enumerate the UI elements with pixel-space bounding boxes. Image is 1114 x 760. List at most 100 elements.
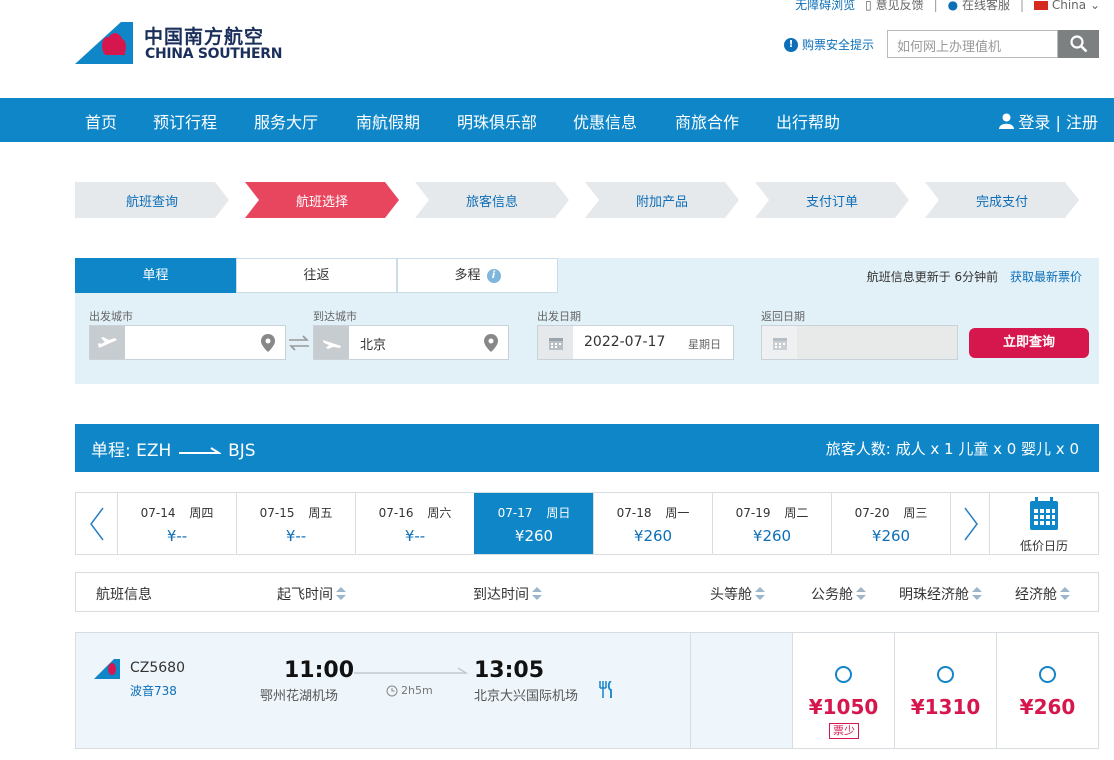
search-icon xyxy=(1069,35,1087,53)
premium-economy-cell[interactable]: ¥1310 xyxy=(894,633,996,748)
china-southern-logo-icon[interactable] xyxy=(75,22,133,64)
date-option[interactable]: 07-19 周二 ¥260 xyxy=(712,493,831,554)
economy-cell[interactable]: ¥260 xyxy=(996,633,1098,748)
header-economy[interactable]: 经济舱 xyxy=(1015,584,1070,604)
to-city-value: 北京 xyxy=(360,338,387,353)
info-icon[interactable]: i xyxy=(486,268,501,283)
header-first-class[interactable]: 头等舱 xyxy=(710,584,765,604)
flight-path-arrow-icon xyxy=(354,667,468,674)
business-price: ¥1050 xyxy=(808,695,879,719)
route-summary: 单程: EZH BJS xyxy=(91,436,256,461)
depart-weekday: 星期日 xyxy=(688,338,721,351)
nav-item-service[interactable]: 服务大厅 xyxy=(254,109,318,133)
header-depart-time[interactable]: 起飞时间 xyxy=(277,584,346,604)
depart-date-field[interactable]: 2022-07-17 星期日 xyxy=(537,325,734,360)
nav-item-booking[interactable]: 预订行程 xyxy=(153,109,217,133)
premium-economy-price: ¥1310 xyxy=(910,695,981,719)
header-label: 经济舱 xyxy=(1015,587,1057,603)
calendar-icon xyxy=(1030,497,1058,530)
step-label: 航班查询 xyxy=(125,195,178,210)
service-label: 在线客服 xyxy=(961,0,1010,12)
first-class-cell xyxy=(690,633,792,748)
nav-item-business[interactable]: 商旅合作 xyxy=(675,109,739,133)
nav-item-home[interactable]: 首页 xyxy=(85,109,117,133)
flight-table-header: 航班信息 起飞时间 到达时间 头等舱 公务舱 明珠经济舱 经济舱 xyxy=(75,572,1099,612)
nav-item-help[interactable]: 出行帮助 xyxy=(776,109,840,133)
step-label: 旅客信息 xyxy=(465,195,518,210)
region-select[interactable]: China ⌄ xyxy=(1034,0,1100,12)
service-link[interactable]: ● 在线客服 xyxy=(948,0,1010,13)
premium-economy-radio[interactable] xyxy=(937,666,954,683)
route-origin: 单程: EZH xyxy=(91,441,172,461)
date-option[interactable]: 07-14 周四 ¥-- xyxy=(117,493,236,554)
flight-row: CZ5680 波音738 11:00 鄂州花湖机场 2h5m 13:05 北京大… xyxy=(75,632,1099,749)
accessible-link[interactable]: 无障碍浏览 xyxy=(795,0,855,13)
user-icon: ● xyxy=(947,0,959,12)
next-dates-button[interactable] xyxy=(950,493,991,554)
brand-name-cn: 中国南方航空 xyxy=(144,26,265,48)
date-price: ¥-- xyxy=(166,527,188,545)
date-option[interactable]: 07-18 周一 ¥260 xyxy=(593,493,712,554)
depart-airport: 鄂州花湖机场 xyxy=(260,689,339,704)
from-city-field[interactable] xyxy=(89,325,286,360)
arrive-airport: 北京大兴国际机场 xyxy=(474,689,579,704)
nav-item-holiday[interactable]: 南航假期 xyxy=(356,109,420,133)
location-pin-icon[interactable] xyxy=(261,334,275,352)
header-label: 到达时间 xyxy=(473,587,529,603)
header-arrive-time[interactable]: 到达时间 xyxy=(473,584,542,604)
nav-item-deals[interactable]: 优惠信息 xyxy=(573,109,637,133)
date-price: ¥260 xyxy=(871,527,911,545)
return-date-field[interactable] xyxy=(761,325,958,360)
date-option[interactable]: 07-15 周五 ¥-- xyxy=(236,493,355,554)
header-label: 头等舱 xyxy=(710,587,752,603)
date-option-selected[interactable]: 07-17 周日 ¥260 xyxy=(474,493,593,554)
chevron-down-icon: ⌄ xyxy=(1089,0,1100,12)
main-nav: 首页 预订行程 服务大厅 南航假期 明珠俱乐部 优惠信息 商旅合作 出行帮助 登… xyxy=(0,98,1114,142)
feedback-label: 意见反馈 xyxy=(875,0,924,12)
update-text: 航班信息更新于 6分钟前 xyxy=(866,270,999,284)
depart-date-value: 2022-07-17 xyxy=(584,334,666,350)
divider: | xyxy=(933,0,938,12)
info-icon: ! xyxy=(784,37,798,52)
site-search-input[interactable]: 如何网上办理值机 xyxy=(887,30,1058,58)
brand-name-en: CHINA SOUTHERN xyxy=(145,46,283,62)
return-label: 返回日期 xyxy=(761,310,805,323)
location-pin-icon[interactable] xyxy=(484,334,498,352)
tab-one-way[interactable]: 单程 xyxy=(75,258,236,293)
china-flag-icon xyxy=(1034,0,1048,10)
tab-round-trip[interactable]: 往返 xyxy=(236,258,397,293)
safety-tip-label: 购票安全提示 xyxy=(802,38,875,52)
date-price: ¥260 xyxy=(633,527,673,545)
step-label: 支付订单 xyxy=(805,195,858,210)
swap-icon[interactable] xyxy=(287,334,311,352)
arrow-right-icon xyxy=(178,447,223,454)
aircraft-type-link[interactable]: 波音738 xyxy=(130,682,177,699)
refresh-price-link[interactable]: 获取最新票价 xyxy=(1010,270,1082,284)
economy-radio[interactable] xyxy=(1039,666,1056,683)
user-icon xyxy=(999,113,1015,129)
prev-dates-button[interactable] xyxy=(76,493,117,554)
low-price-calendar-button[interactable]: 低价日历 xyxy=(989,493,1098,554)
header-label: 公务舱 xyxy=(811,587,853,603)
safety-tip-link[interactable]: ! 购票安全提示 xyxy=(784,36,874,53)
header-premium-economy[interactable]: 明珠经济舱 xyxy=(899,584,982,604)
tab-multi-city[interactable]: 多程 i xyxy=(397,258,558,293)
header-business-class[interactable]: 公务舱 xyxy=(811,584,866,604)
date-option[interactable]: 07-20 周三 ¥260 xyxy=(831,493,950,554)
divider: | xyxy=(1019,0,1024,12)
calendar-icon xyxy=(762,326,797,359)
to-city-field[interactable]: 北京 xyxy=(313,325,509,360)
nav-item-club[interactable]: 明珠俱乐部 xyxy=(457,109,537,133)
business-class-cell[interactable]: ¥1050 票少 xyxy=(792,633,894,748)
date-label: 07-19 周二 xyxy=(735,506,809,520)
top-links: 无障碍浏览 ▯ 意见反馈 | ● 在线客服 | China ⌄ xyxy=(795,0,1100,13)
date-label: 07-16 周六 xyxy=(378,506,452,520)
login-register-link[interactable]: 登录 | 注册 xyxy=(999,109,1098,133)
date-option[interactable]: 07-16 周六 ¥-- xyxy=(355,493,474,554)
search-button[interactable] xyxy=(1058,30,1099,58)
business-radio[interactable] xyxy=(835,666,852,683)
feedback-link[interactable]: ▯ 意见反馈 xyxy=(865,0,923,13)
airline-logo-icon xyxy=(94,659,120,679)
query-button[interactable]: 立即查询 xyxy=(969,328,1089,358)
header-label: 起飞时间 xyxy=(277,587,333,603)
